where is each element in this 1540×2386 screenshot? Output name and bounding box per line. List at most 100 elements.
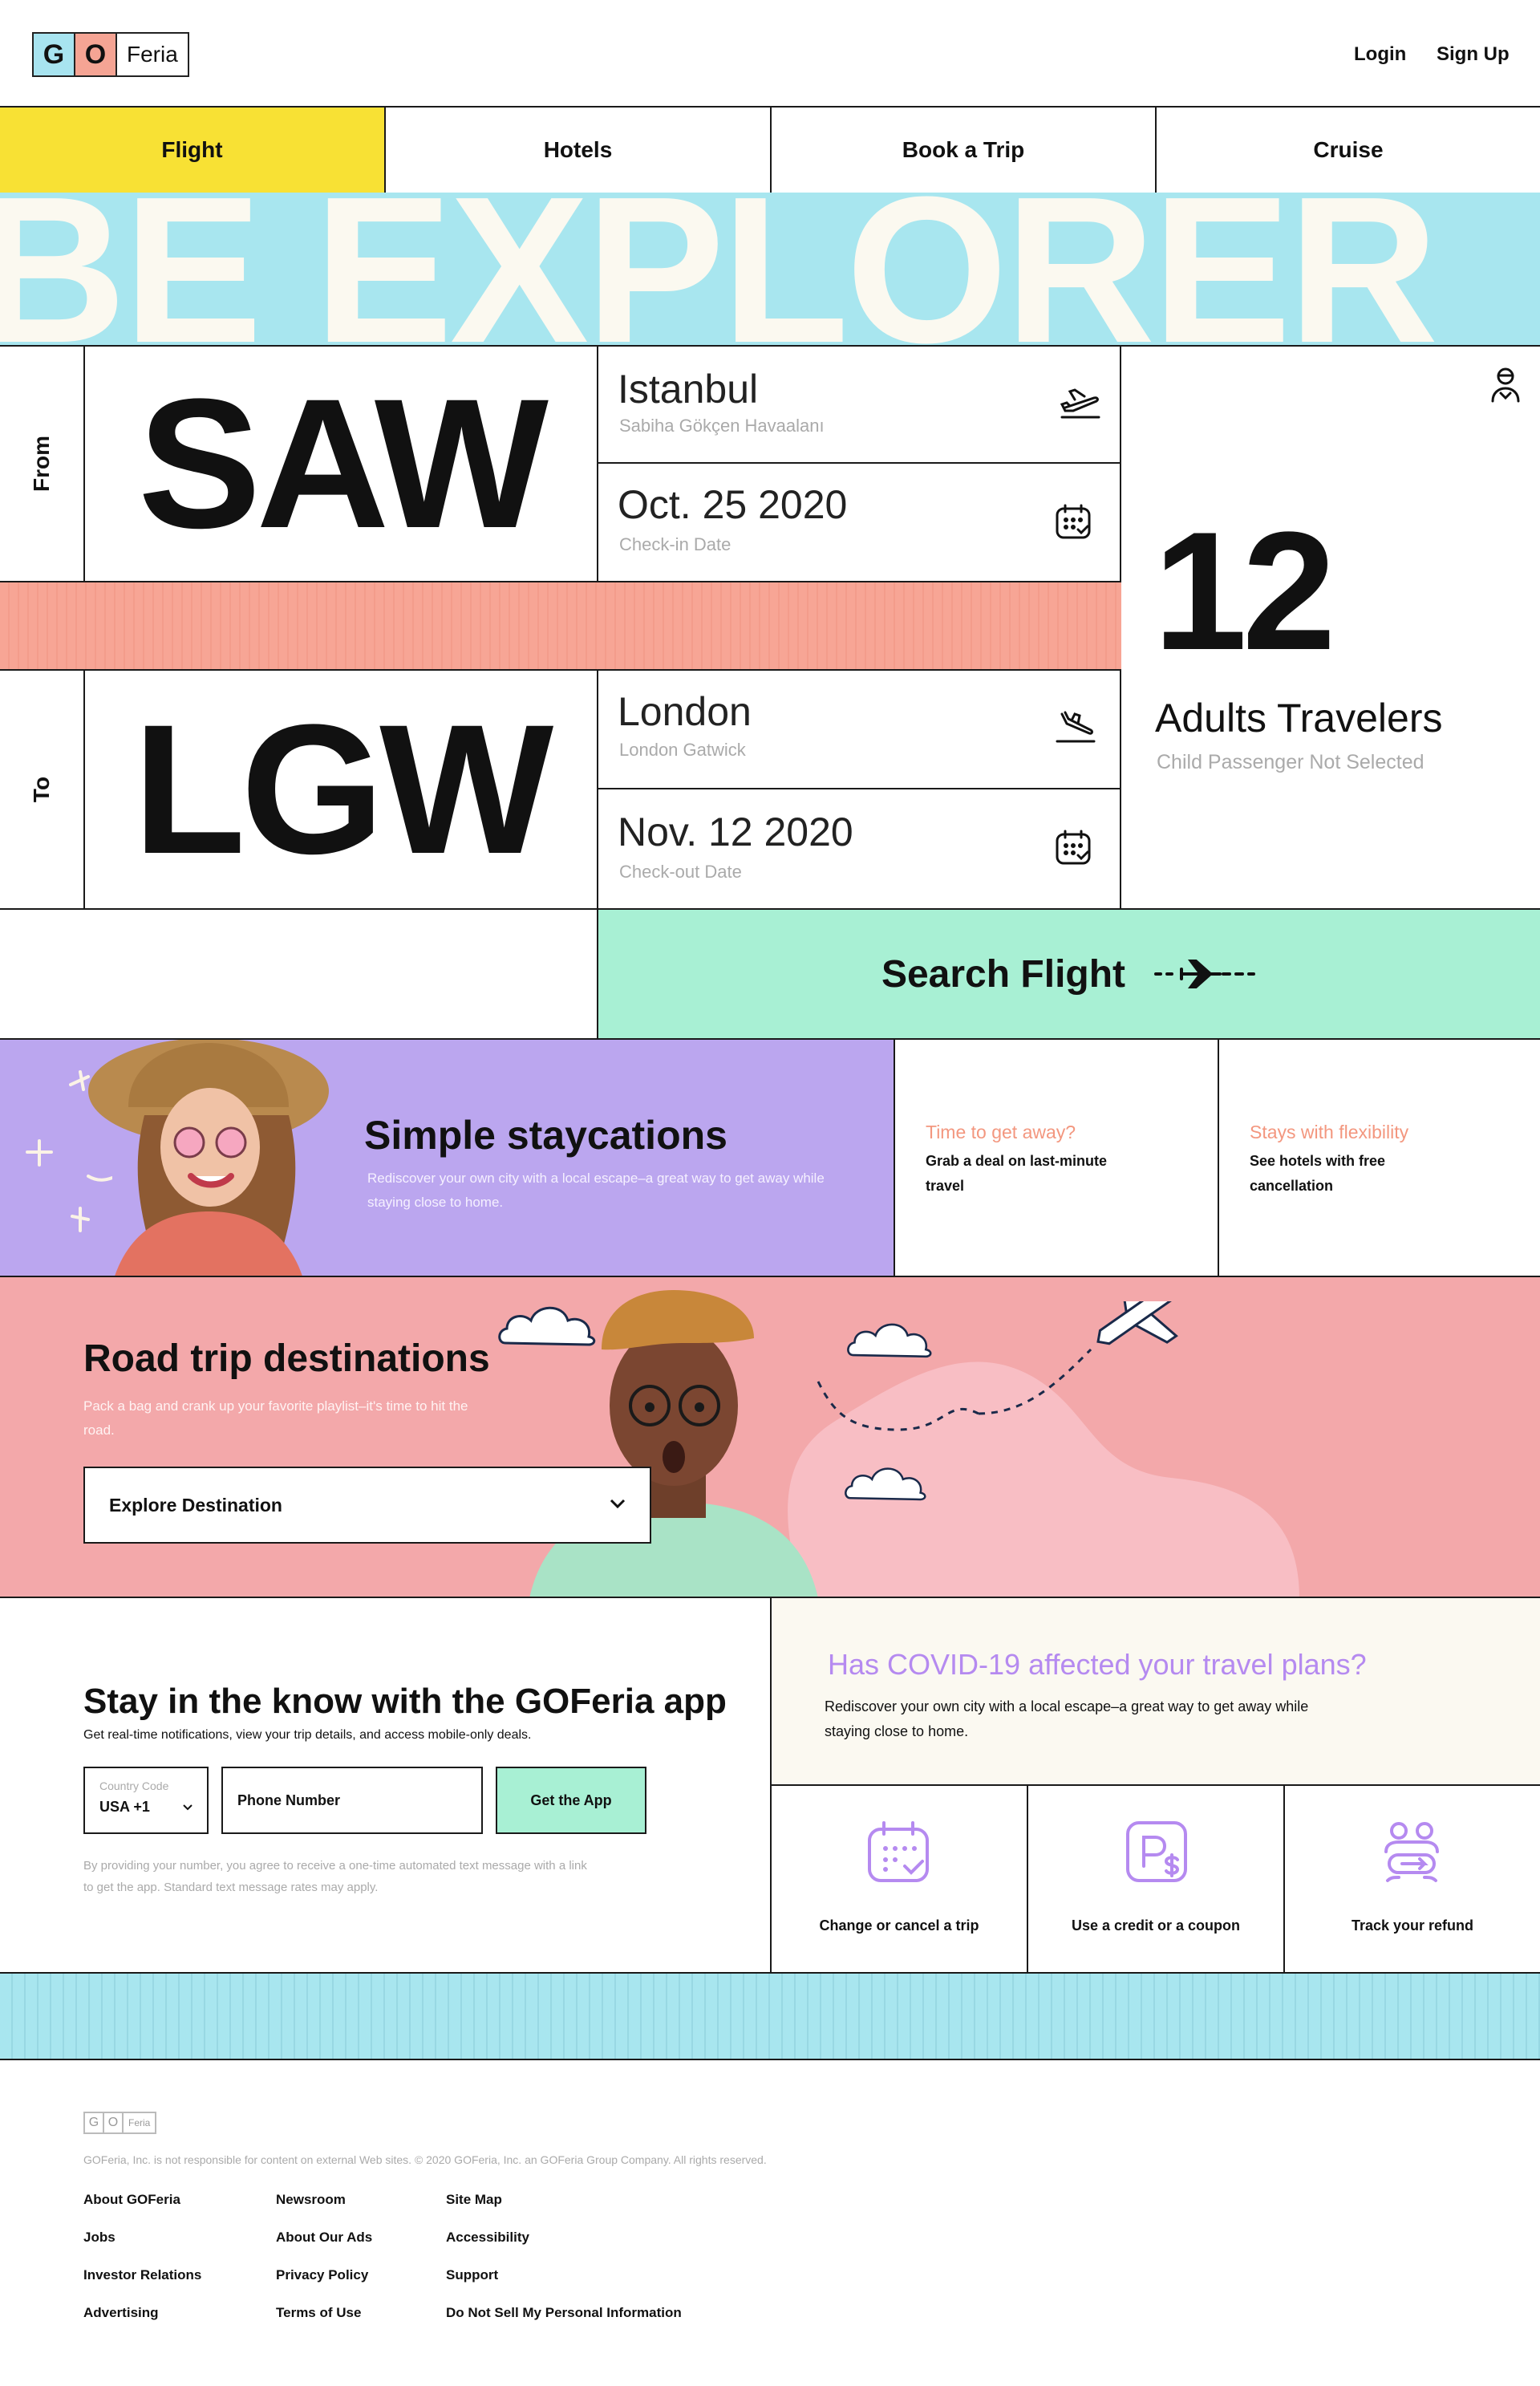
promo-flexibility-title: Stays with flexibility [1250, 1122, 1409, 1142]
to-label-cell: To [0, 671, 85, 910]
landing-icon [1054, 706, 1097, 745]
banner-text: BE EXPLORER [0, 193, 1439, 345]
logo-g: G [34, 34, 75, 75]
staycation-text: Rediscover your own city with a local es… [367, 1171, 825, 1210]
change-cancel-trip-label: Change or cancel a trip [819, 1917, 979, 1934]
phone-number-input[interactable]: Phone Number [221, 1767, 483, 1834]
from-code-cell[interactable]: SAW [85, 347, 598, 582]
takeoff-icon [1059, 382, 1102, 420]
footer-col-1: About GOFeria Jobs Investor Relations Ad… [83, 2192, 201, 2321]
checkin-date-field[interactable]: Oct. 25 2020 Check-in Date [598, 464, 1121, 582]
footer-link[interactable]: Do Not Sell My Personal Information [446, 2305, 682, 2321]
hero-banner: BE EXPLORER [0, 193, 1540, 345]
traveler-label: Adults Travelers [1155, 696, 1443, 741]
road-trip-section: Road trip destinations Pack a bag and cr… [0, 1277, 1540, 1598]
checkout-date: Nov. 12 2020 [618, 810, 853, 854]
to-airport-code: LGW [132, 686, 553, 892]
tab-hotels[interactable]: Hotels [386, 106, 772, 194]
country-code-label: Country Code [99, 1779, 169, 1792]
man-photo [513, 1285, 866, 1597]
footer-logo[interactable]: G O Feria [83, 2112, 157, 2134]
from-label: From [29, 436, 54, 492]
from-city: Istanbul [618, 367, 759, 412]
covid-card[interactable]: Has COVID-19 affected your travel plans?… [772, 1598, 1540, 1786]
app-disclaimer: By providing your number, you agree to r… [83, 1859, 587, 1894]
credit-coupon-label: Use a credit or a coupon [1071, 1917, 1241, 1934]
footer-link[interactable]: Advertising [83, 2305, 201, 2321]
from-city-field[interactable]: Istanbul Sabiha Gökçen Havaalanı [598, 347, 1121, 464]
promo-card-flexibility[interactable]: Stays with flexibility See hotels with f… [1219, 1040, 1540, 1277]
promo-card-getaway[interactable]: Time to get away? Grab a deal on last-mi… [895, 1040, 1219, 1277]
promo-getaway-title: Time to get away? [926, 1122, 1076, 1142]
country-code-select[interactable]: Country Code USA +1 [83, 1767, 209, 1834]
footer-col-2: Newsroom About Our Ads Privacy Policy Te… [276, 2192, 372, 2321]
footer-logo-o: O [104, 2113, 124, 2132]
signup-link[interactable]: Sign Up [1437, 43, 1510, 66]
parking-coupon-icon [1125, 1820, 1189, 1888]
change-cancel-trip-card[interactable]: Change or cancel a trip [772, 1786, 1028, 1974]
chevron-down-icon [183, 1800, 192, 1815]
checkin-date-label: Check-in Date [619, 534, 732, 554]
footer-link[interactable]: Support [446, 2267, 682, 2283]
footer-link[interactable]: About Our Ads [276, 2230, 372, 2246]
app-promo-section: Stay in the know with the GOFeria app Ge… [0, 1598, 772, 1974]
footer-link[interactable]: Jobs [83, 2230, 201, 2246]
search-flight-button[interactable]: Search Flight [598, 910, 1540, 1040]
chevron-down-icon [610, 1498, 626, 1512]
logo-name: Feria [127, 42, 178, 67]
from-label-cell: From [0, 347, 85, 582]
from-airport-name: Sabiha Gökçen Havaalanı [619, 416, 825, 436]
search-flight-label: Search Flight [881, 952, 1126, 996]
country-code-value: USA +1 [99, 1799, 150, 1815]
calendar-check-icon [866, 1820, 930, 1888]
track-refund-card[interactable]: Track your refund [1285, 1786, 1540, 1974]
roadtrip-text: Pack a bag and crank up your favorite pl… [83, 1398, 468, 1438]
divider-stripe [0, 582, 1121, 671]
promo-getaway-text: Grab a deal on last-minute travel [926, 1153, 1108, 1194]
to-code-cell[interactable]: LGW [85, 671, 598, 910]
promo-flexibility-text: See hotels with free cancellation [1250, 1153, 1386, 1194]
empty-cell [0, 910, 598, 1040]
checkin-date: Oct. 25 2020 [618, 482, 848, 527]
covid-text: Rediscover your own city with a local es… [825, 1698, 1309, 1739]
roadtrip-title: Road trip destinations [83, 1337, 490, 1380]
footer-logo-g: G [85, 2113, 104, 2132]
calendar-icon [1054, 502, 1092, 541]
to-city: London [618, 689, 752, 734]
app-title: Stay in the know with the GOFeria app [83, 1682, 727, 1721]
footer-col-3: Site Map Accessibility Support Do Not Se… [446, 2192, 682, 2321]
tab-flight[interactable]: Flight [0, 106, 386, 194]
footer-link[interactable]: Investor Relations [83, 2267, 201, 2283]
plane-dashed-icon [1153, 958, 1257, 990]
child-passenger-note: Child Passenger Not Selected [1157, 751, 1424, 773]
checkout-date-field[interactable]: Nov. 12 2020 Check-out Date [598, 789, 1121, 910]
track-refund-label: Track your refund [1351, 1917, 1474, 1934]
explore-destination-select[interactable]: Explore Destination [83, 1467, 651, 1544]
to-city-field[interactable]: London London Gatwick [598, 671, 1121, 789]
travelers-field[interactable]: 12 Adults Travelers Child Passenger Not … [1121, 347, 1540, 910]
footer-link[interactable]: Privacy Policy [276, 2267, 372, 2283]
footer-link[interactable]: Site Map [446, 2192, 682, 2208]
get-the-app-button[interactable]: Get the App [496, 1767, 646, 1834]
traveler-count: 12 [1153, 497, 1336, 685]
to-airport-name: London Gatwick [619, 740, 746, 760]
app-subtitle: Get real-time notifications, view your t… [83, 1728, 532, 1742]
covid-title: Has COVID-19 affected your travel plans? [828, 1648, 1367, 1681]
traveler-icon [1490, 366, 1521, 403]
footer-link[interactable]: Newsroom [276, 2192, 372, 2208]
refund-people-icon [1380, 1820, 1444, 1888]
woman-photo [80, 1040, 337, 1276]
staycation-card[interactable]: Simple staycations Rediscover your own c… [0, 1040, 895, 1277]
footer-link[interactable]: Terms of Use [276, 2305, 372, 2321]
from-airport-code: SAW [138, 360, 549, 566]
footer-link[interactable]: Accessibility [446, 2230, 682, 2246]
checkout-date-label: Check-out Date [619, 862, 742, 882]
credit-coupon-card[interactable]: Use a credit or a coupon [1028, 1786, 1285, 1974]
logo[interactable]: G O Feria [32, 32, 189, 77]
footer-legal: GOFeria, Inc. is not responsible for con… [83, 2153, 767, 2166]
tab-cruise[interactable]: Cruise [1157, 106, 1540, 194]
footer-link[interactable]: About GOFeria [83, 2192, 201, 2208]
footer-stripe [0, 1974, 1540, 2060]
login-link[interactable]: Login [1354, 43, 1406, 66]
tab-book-a-trip[interactable]: Book a Trip [772, 106, 1157, 194]
